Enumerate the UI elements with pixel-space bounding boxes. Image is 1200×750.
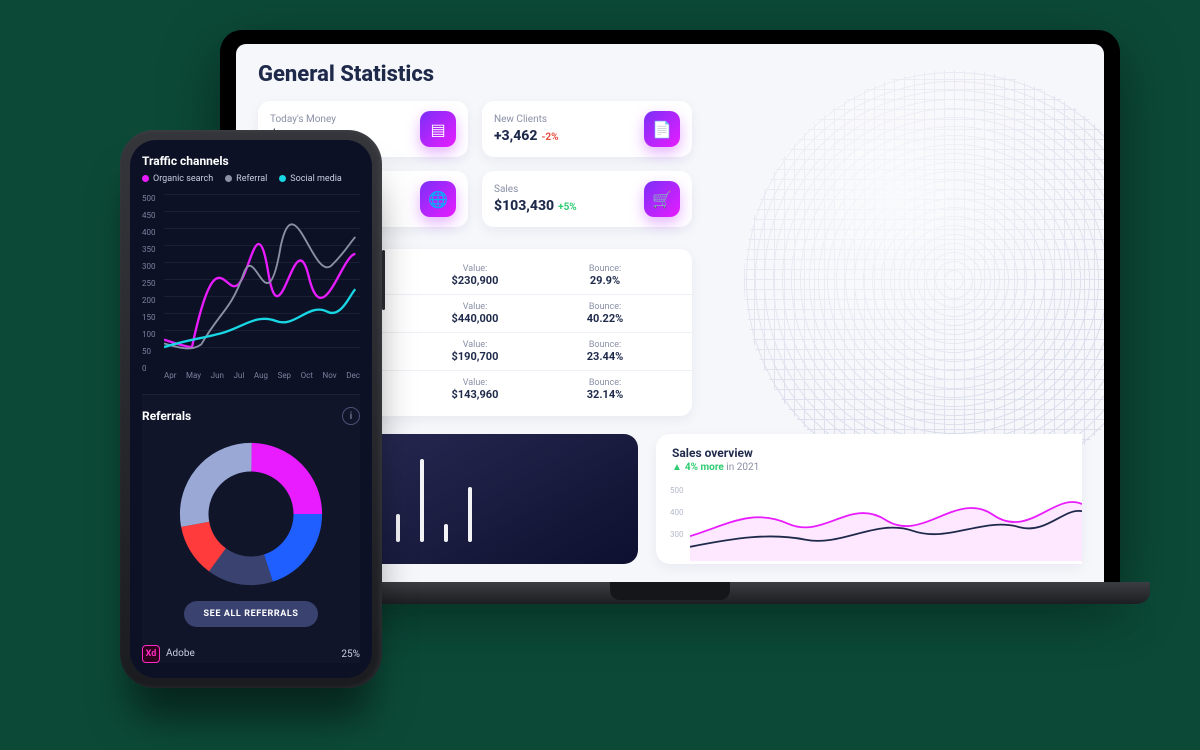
cell-value: $230,900 bbox=[410, 274, 540, 287]
stat-card-sales[interactable]: Sales $103,430 +5% 🛒 bbox=[482, 171, 692, 227]
referrals-card: Referrals i SEE ALL REFERRALS XdAdobe 25… bbox=[142, 394, 360, 663]
referrals-donut-chart bbox=[176, 439, 326, 589]
stat-label: Sales bbox=[494, 184, 577, 195]
sales-y-ticks: 500 400 300 bbox=[670, 480, 684, 546]
stat-change: -2% bbox=[541, 132, 558, 143]
cell-value: 29.9% bbox=[540, 274, 670, 287]
stat-value: +3,462 bbox=[494, 128, 537, 144]
traffic-legend: Organic search Referral Social media bbox=[142, 174, 360, 184]
stat-value: $103,430 bbox=[494, 198, 554, 214]
adobe-percent: 25% bbox=[341, 649, 360, 660]
sales-overview-card[interactable]: Sales overview ▲4% more in 2021 500 400 … bbox=[656, 434, 1082, 564]
money-icon: ▤ bbox=[420, 111, 456, 147]
adobe-xd-icon: Xd bbox=[142, 645, 160, 663]
phone-device: Traffic channels Organic search Referral… bbox=[120, 130, 382, 688]
traffic-title: Traffic channels bbox=[142, 154, 360, 168]
users-icon: 🌐 bbox=[420, 181, 456, 217]
page-title: General Statistics bbox=[258, 62, 1082, 87]
cell-label: Value: bbox=[410, 264, 540, 274]
adobe-row[interactable]: XdAdobe 25% bbox=[142, 645, 360, 663]
stat-card-clients[interactable]: New Clients +3,462 -2% 📄 bbox=[482, 101, 692, 157]
stat-label: Today's Money bbox=[270, 114, 350, 125]
stat-label: New Clients bbox=[494, 114, 559, 125]
clients-icon: 📄 bbox=[644, 111, 680, 147]
referrals-title: Referrals bbox=[142, 409, 191, 423]
phone-app: Traffic channels Organic search Referral… bbox=[130, 140, 372, 678]
sales-overview-title: Sales overview bbox=[672, 446, 1066, 460]
info-icon[interactable]: i bbox=[342, 407, 360, 425]
sales-area-chart bbox=[690, 478, 1082, 564]
stat-change: +5% bbox=[558, 202, 577, 213]
cart-icon: 🛒 bbox=[644, 181, 680, 217]
see-all-referrals-button[interactable]: SEE ALL REFERRALS bbox=[184, 601, 319, 627]
sales-overview-sub: ▲4% more in 2021 bbox=[672, 462, 1066, 473]
traffic-line-chart: 500450400 350300250 200150100 500 AprMay… bbox=[142, 190, 360, 380]
arrow-up-icon: ▲ bbox=[672, 462, 682, 473]
cell-label: Bounce: bbox=[540, 264, 670, 274]
